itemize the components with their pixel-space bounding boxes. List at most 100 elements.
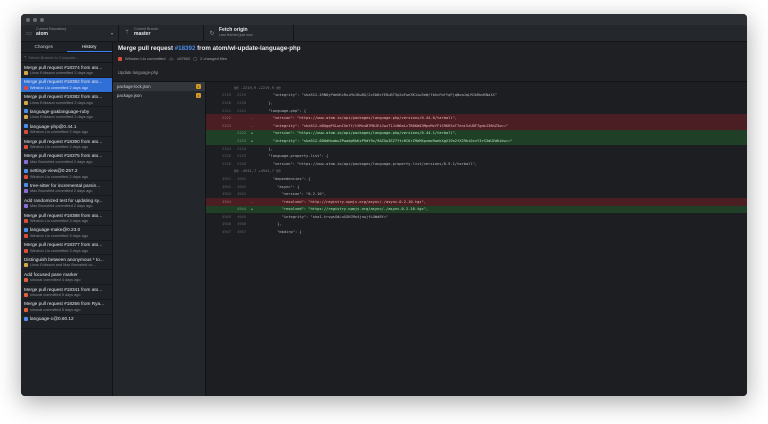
diff-line: 4945 4945 "integrity": "sha1-trvgsGdLnXGK… xyxy=(206,213,747,221)
commit-meta: simurai committed 5 days ago xyxy=(24,307,109,312)
diff-code: "version": "https://www.atom.io/api/pack… xyxy=(255,116,458,121)
commit-summary-text: Merge pull request #18375 from ato... xyxy=(24,153,103,159)
diff-code: "integrity": "sha512-49N8yPdeUKcRu+Mn1Kw… xyxy=(255,93,497,98)
commit-author-date: Linus Eriksson and Max Brunsfeld co... xyxy=(30,263,96,268)
new-line-number: 4945 xyxy=(237,214,246,219)
commit-meta: Max Brunsfeld committed 2 days ago xyxy=(24,204,109,209)
commit-author-date: simurai committed 4 days ago xyxy=(30,278,81,283)
branch-compare-input[interactable] xyxy=(28,55,109,60)
app-window: ▭ Current Repository atom ▾ ᛘ Current Br… xyxy=(21,14,747,396)
commit-meta: Winston Liu committed 2 days ago xyxy=(24,85,109,90)
commit-summary: Add focused pane marker xyxy=(24,272,109,277)
current-branch-name: master xyxy=(134,31,151,38)
commit-author-date: Winston Liu committed 2 days ago xyxy=(30,130,89,135)
commit-summary: Merge pull request #18377 from ato... xyxy=(24,242,109,247)
commit-author-date: Winston Liu committed 2 days ago xyxy=(30,174,89,179)
commit-list-item[interactable]: language-make@0.23.0 Winston Liu committe… xyxy=(21,226,112,241)
fetch-origin-button[interactable]: ↻ Fetch origin Last fetched just now xyxy=(204,25,294,41)
zoom-window-button[interactable] xyxy=(40,17,44,22)
diff-code: "version": "https://www.atom.io/api/pack… xyxy=(255,131,458,136)
diff-code: "language-php": { xyxy=(255,108,307,113)
commit-summary: Merge pull request #18390 from ato... xyxy=(24,139,109,144)
tab-changes[interactable]: Changes xyxy=(21,42,67,52)
old-line-number: 2223 xyxy=(222,123,231,128)
pull-request-link[interactable]: #18392 xyxy=(175,45,196,52)
avatar xyxy=(24,293,28,298)
commit-list-item[interactable]: Merge pull request #18382 from ato... Lin… xyxy=(21,93,112,108)
avatar xyxy=(24,233,28,238)
commit-list-item[interactable]: language-go&language-ruby Linus Eriksson … xyxy=(21,107,112,123)
commit-list-item[interactable]: Merge pull request #18341 from ato... sim… xyxy=(21,285,112,300)
commit-meta: Winston Liu committed 3 days ago xyxy=(24,219,109,224)
changed-file-item[interactable]: package.json • xyxy=(113,91,205,100)
diff-code: "integrity": "sha1-trvgsGdLnXGKCMn4jnwjf… xyxy=(255,214,389,219)
commit-author-date: Winston Liu committed 3 days ago xyxy=(30,219,89,224)
commit-meta: Linus Eriksson committed 2 days ago xyxy=(24,100,109,105)
new-line-number: 4943 xyxy=(237,192,246,197)
close-window-button[interactable] xyxy=(26,17,30,22)
commit-list-item[interactable]: language-php@0.44.1 Winston Liu committed… xyxy=(21,122,112,137)
old-line-number: 2221 xyxy=(222,108,231,113)
commit-summary-text: language-go&language-ruby xyxy=(30,108,90,114)
modified-icon: • xyxy=(196,84,201,89)
commit-list-item[interactable]: Add focused pane marker simurai committed… xyxy=(21,270,112,285)
tag-icon xyxy=(24,109,28,114)
current-branch-button[interactable]: ᛘ Current Branch master xyxy=(119,25,204,41)
chevron-down-icon: ▾ xyxy=(110,30,113,36)
commit-list-item[interactable]: Merge pull request #18377 from ato... Win… xyxy=(21,241,112,256)
commit-summary-text: Merge pull request #18377 from ato... xyxy=(24,242,103,248)
tab-history[interactable]: History xyxy=(66,42,112,52)
commit-sha[interactable]: c57902 xyxy=(177,56,190,61)
commit-summary: tree-sitter for incremental parsin... xyxy=(24,183,109,188)
commit-list-item[interactable]: Merge pull request #18388 from ato... Win… xyxy=(21,211,112,226)
diff-line: 2223 + "integrity": "sha512-6D0dHoabuZPwa… xyxy=(206,137,747,145)
new-line-number: 4941 xyxy=(237,176,246,181)
commit-sha-icon: -◇- xyxy=(168,56,175,61)
new-line-number: 4947 xyxy=(237,230,246,235)
repo-icon: ▭ xyxy=(26,30,32,37)
diff-line: 2222- "version": "https://www.atom.io/ap… xyxy=(206,114,747,122)
avatar xyxy=(24,219,28,224)
old-line-number: 4941 xyxy=(222,176,231,181)
commit-meta: Winston Liu committed -◇- c57902 ▢ 2 cha… xyxy=(118,56,742,61)
old-line-number: 4945 xyxy=(222,214,231,219)
commit-summary-text: Merge pull request #18392 from ato... xyxy=(24,79,103,85)
diff-line: 2219 2219 "integrity": "sha512-49N8yPdeUK… xyxy=(206,92,747,100)
diff-code: "resolved": "https://registry.npmjs.org/… xyxy=(255,207,429,212)
commit-list-item[interactable]: Distinguish between anonymous * to... Lin… xyxy=(21,255,112,271)
commit-meta: Winston Liu committed 2 days ago xyxy=(24,145,109,150)
current-repository-button[interactable]: ▭ Current Repository atom ▾ xyxy=(21,25,119,41)
commit-meta: Winston Liu committed 2 days ago xyxy=(24,174,109,179)
changed-file-item[interactable]: package-lock.json • xyxy=(113,82,205,91)
avatar xyxy=(24,145,28,150)
commit-summary-text: Add focused pane marker xyxy=(24,271,78,277)
commit-summary-text: Merge pull request #18374 from ato... xyxy=(24,64,103,70)
commit-list-item[interactable]: Merge pull request #18390 from ato... Win… xyxy=(21,137,112,152)
commit-detail: Merge pull request #18392 from atom/wl-u… xyxy=(113,42,747,396)
commit-list-item[interactable]: Merge pull request #18374 from ato... Lin… xyxy=(21,63,112,78)
file-name: package.json xyxy=(117,93,142,98)
commit-list-item[interactable]: Merge pull request #18392 from ato... Win… xyxy=(21,77,112,93)
minimize-window-button[interactable] xyxy=(33,17,37,22)
commit-list-item[interactable]: Add randomized test for updating sy... Ma… xyxy=(21,196,112,211)
commit-list: Merge pull request #18374 from ato... Lin… xyxy=(21,63,112,396)
diff-hunk-header: @@ -4941,7 +4941,7 @@ xyxy=(206,168,747,176)
commit-meta: Linus Eriksson and Max Brunsfeld co... xyxy=(24,263,109,268)
commit-list-item[interactable]: tree-sitter for incremental parsin... Max… xyxy=(21,181,112,197)
commit-summary: Merge pull request #18392 from ato... xyxy=(24,79,109,84)
commit-author-date: Winston Liu committed 3 days ago xyxy=(30,233,89,238)
commit-meta: simurai committed 5 days ago xyxy=(24,293,109,298)
commit-author-date: Winston Liu committed 3 days ago xyxy=(30,248,89,253)
old-line-number: 2226 xyxy=(222,161,231,166)
current-repository-name: atom xyxy=(36,31,48,38)
commit-list-item[interactable]: settings-view@0.257.2 Winston Liu committ… xyxy=(21,167,112,182)
commit-summary-text: tree-sitter for incremental parsin... xyxy=(30,182,101,188)
commit-list-item[interactable]: language-c@0.60.12 xyxy=(21,315,112,330)
commit-list-item[interactable]: Merge pull request #18266 from Rya... sim… xyxy=(21,300,112,315)
diff-line: 2223- "integrity": "sha512-d8UgqPSLwnIGe… xyxy=(206,121,747,130)
old-line-number: 4947 xyxy=(222,230,231,235)
commit-author: Winston Liu committed xyxy=(125,56,166,61)
commit-list-item[interactable]: Merge pull request #18375 from ato... Max… xyxy=(21,152,112,167)
avatar xyxy=(24,263,28,268)
old-line-number: 4944 xyxy=(222,199,231,204)
